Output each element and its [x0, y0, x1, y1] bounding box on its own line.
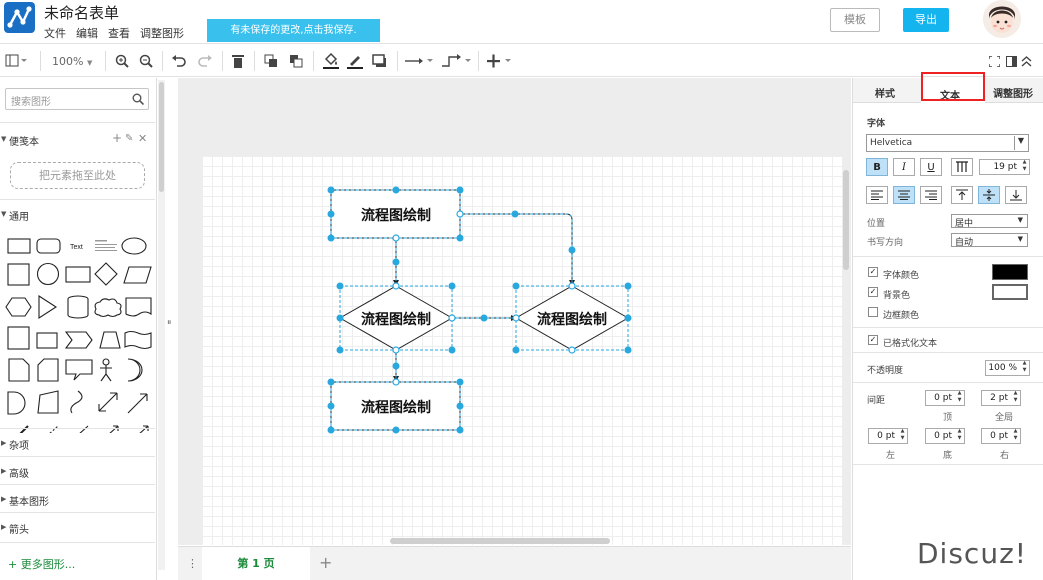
align-left-button[interactable] [866, 186, 888, 204]
font-family-value: Helvetica [870, 138, 913, 148]
italic-button[interactable]: I [893, 158, 915, 176]
node-bottom-rectangle: 流程图绘制 [330, 381, 461, 431]
spacing-global-value: 2 pt [990, 393, 1008, 403]
spacing-top-value: 0 pt [934, 393, 952, 403]
app-window: 未命名表单 文件 编辑 查看 调整图形 有未保存的更改,点击我保存. 模板 导出 [0, 0, 1043, 580]
align-left-icon [871, 190, 883, 200]
spacing-bottom-caption: 底 [943, 451, 953, 461]
font-size-input[interactable]: 19 pt ▲ ▼ [979, 159, 1030, 175]
border-color-checkbox[interactable] [868, 307, 878, 317]
panel-divider [853, 464, 1043, 465]
font-color-swatch[interactable] [992, 264, 1028, 280]
background-color-swatch[interactable] [992, 284, 1028, 300]
align-bottom-icon [1010, 190, 1022, 201]
connector-top-to-right-diamond [460, 213, 575, 286]
spinner-arrows-icon[interactable]: ▲ ▼ [897, 428, 908, 444]
border-color-label: 边框颜色 [883, 311, 920, 321]
opacity-value: 100 % [988, 363, 1017, 373]
node-top-rectangle: 流程图绘制 [330, 189, 461, 239]
panel-divider [853, 327, 1043, 328]
page-menu-icon[interactable]: ⋮ [187, 557, 198, 570]
format-panel: 样式 文本 调整图形 字体 Helvetica ▼ B I U 19 pt ▲ ▼ [852, 72, 1043, 580]
spinner-arrows-icon[interactable]: ▲ ▼ [1019, 159, 1030, 175]
spacing-label: 间距 [867, 396, 886, 406]
position-select[interactable]: 居中 ▼ [951, 214, 1028, 229]
node-label: 流程图绘制 [361, 311, 431, 328]
writing-direction-value: 自动 [955, 238, 974, 248]
align-center-button[interactable] [893, 186, 915, 204]
font-color-label: 字体颜色 [883, 271, 920, 281]
spacing-global-input[interactable]: 2 pt ▲ ▼ [981, 390, 1021, 406]
spacing-left-value: 0 pt [877, 431, 895, 441]
tab-style[interactable]: 样式 [875, 85, 895, 100]
chevron-down-icon: ▼ [1017, 235, 1023, 243]
spacing-bottom-input[interactable]: 0 pt ▲ ▼ [925, 428, 965, 444]
writing-direction-label: 书写方向 [867, 238, 904, 248]
panel-divider [853, 256, 1043, 257]
spinner-arrows-icon[interactable]: ▲ ▼ [954, 390, 965, 406]
bold-button[interactable]: B [866, 158, 888, 176]
spacing-top-input[interactable]: 0 pt ▲ ▼ [925, 390, 965, 406]
panel-divider [853, 382, 1043, 383]
formatted-text-label: 已格式化文本 [883, 339, 938, 349]
node-left-diamond: 流程图绘制 [338, 285, 454, 351]
formatted-text-checkbox[interactable]: ✓ [868, 335, 878, 345]
vertical-text-button[interactable] [951, 158, 973, 176]
chevron-down-icon: ▼ [1013, 136, 1024, 150]
align-right-icon [925, 190, 937, 200]
panel-divider [853, 352, 1043, 353]
align-center-icon [898, 190, 910, 200]
align-middle-button[interactable] [978, 186, 1000, 204]
discuz-watermark: Discuz! [917, 537, 1027, 570]
node-label: 流程图绘制 [537, 311, 607, 328]
page-tab-1[interactable]: 第 1 页 [202, 547, 310, 580]
spinner-arrows-icon[interactable]: ▲ ▼ [1019, 360, 1030, 376]
spacing-right-input[interactable]: 0 pt ▲ ▼ [981, 428, 1021, 444]
spinner-arrows-icon[interactable]: ▲ ▼ [1010, 428, 1021, 444]
spacing-top-caption: 顶 [943, 413, 953, 423]
underline-button[interactable]: U [920, 158, 942, 176]
font-color-checkbox[interactable]: ✓ [868, 267, 878, 277]
spinner-arrows-icon[interactable]: ▲ ▼ [954, 428, 965, 444]
page-tab-bar: ⋮ 第 1 页 + [178, 546, 851, 580]
spacing-bottom-value: 0 pt [934, 431, 952, 441]
spinner-arrows-icon[interactable]: ▲ ▼ [1010, 390, 1021, 406]
position-value: 居中 [955, 219, 974, 229]
opacity-input[interactable]: 100 % ▲ ▼ [985, 360, 1030, 376]
node-label: 流程图绘制 [361, 207, 431, 224]
background-color-checkbox[interactable]: ✓ [868, 287, 878, 297]
spacing-global-caption: 全局 [995, 413, 1014, 423]
spacing-left-caption: 左 [886, 451, 896, 461]
font-family-select[interactable]: Helvetica ▼ [866, 134, 1029, 152]
align-top-button[interactable] [951, 186, 973, 204]
spacing-left-input[interactable]: 0 pt ▲ ▼ [868, 428, 908, 444]
align-right-button[interactable] [920, 186, 942, 204]
node-right-diamond: 流程图绘制 [514, 285, 630, 351]
align-middle-icon [983, 189, 995, 201]
font-size-value: 19 pt [993, 162, 1017, 172]
font-label: 字体 [867, 119, 886, 129]
active-tab-highlight-box [921, 72, 985, 101]
add-page-icon[interactable]: + [319, 553, 332, 572]
spacing-right-caption: 右 [1000, 451, 1010, 461]
vertical-text-icon [956, 161, 968, 172]
position-label: 位置 [867, 219, 886, 229]
spacing-right-value: 0 pt [990, 431, 1008, 441]
opacity-label: 不透明度 [867, 366, 904, 376]
tab-arrange[interactable]: 调整图形 [993, 85, 1033, 100]
background-color-label: 背景色 [883, 291, 911, 301]
align-bottom-button[interactable] [1005, 186, 1027, 204]
writing-direction-select[interactable]: 自动 ▼ [951, 233, 1028, 248]
node-label: 流程图绘制 [361, 399, 431, 416]
chevron-down-icon: ▼ [1017, 216, 1023, 224]
align-top-icon [956, 189, 968, 200]
